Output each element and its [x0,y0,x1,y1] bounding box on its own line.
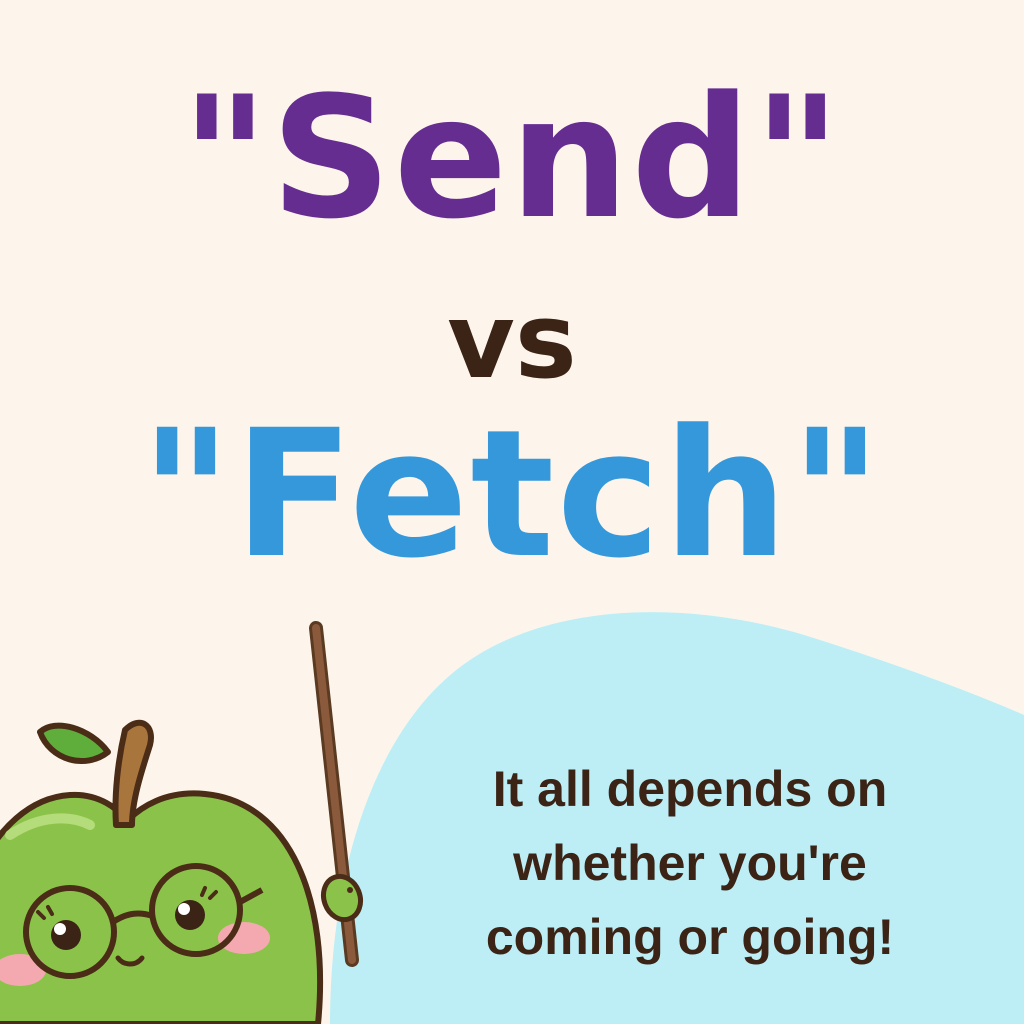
apple-leaf-icon [37,722,111,764]
headline-word-send: "Send" [181,60,843,256]
headline-word-fetch: "Fetch" [140,392,884,597]
headline-connector-vs: vs [447,280,577,402]
caption-text: It all depends on whether you're coming … [420,752,960,974]
cheek-right-icon [218,922,270,954]
poster-canvas: "Send" vs "Fetch" It all depends on whet… [0,0,1024,1024]
caption-line-2: whether you're [513,835,867,891]
apple-teacher-illustration [0,621,364,1024]
caption-line-1: It all depends on [492,761,888,817]
caption-line-3: coming or going! [485,909,895,965]
apple-hand-icon [320,873,364,923]
